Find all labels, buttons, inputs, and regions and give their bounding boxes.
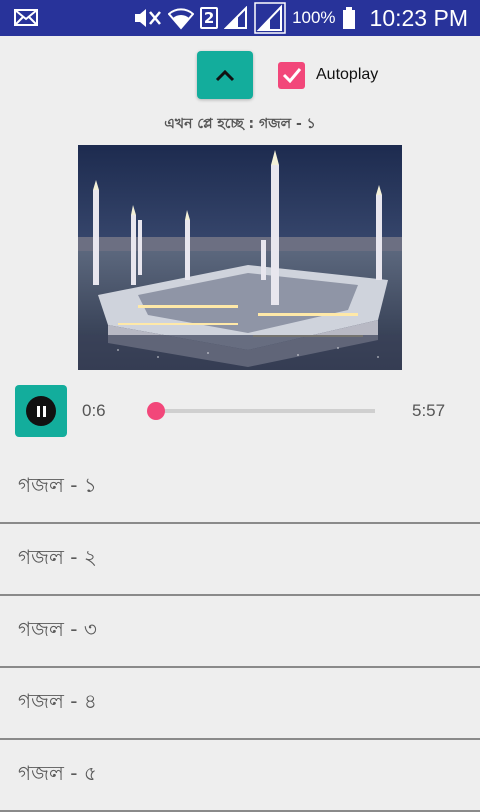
battery-percent: 100% bbox=[292, 8, 336, 27]
pause-icon bbox=[26, 396, 56, 426]
seek-thumb[interactable] bbox=[146, 402, 165, 420]
list-item[interactable]: গজল - ৪ bbox=[0, 668, 480, 740]
mail-icon bbox=[14, 9, 38, 26]
signal-icon bbox=[254, 2, 286, 34]
wifi-icon bbox=[168, 8, 195, 30]
list-item[interactable]: গজল - ২ bbox=[0, 524, 480, 596]
collapse-button[interactable] bbox=[197, 51, 253, 99]
list-item[interactable]: গজল - ৩ bbox=[0, 596, 480, 668]
autoplay-checkbox[interactable] bbox=[278, 61, 305, 89]
battery-icon bbox=[342, 7, 355, 29]
signal-icon bbox=[224, 6, 248, 29]
mute-icon bbox=[135, 9, 162, 27]
mosque-image bbox=[78, 145, 402, 370]
autoplay-label: Autoplay bbox=[316, 66, 379, 83]
chevron-up-icon bbox=[215, 69, 235, 82]
current-time: 0:6 bbox=[82, 401, 106, 420]
status-bar: 2 100% 10:23 PM bbox=[0, 0, 480, 36]
checkmark-icon bbox=[282, 68, 301, 83]
list-item[interactable]: গজল - ৫ bbox=[0, 740, 480, 812]
now-playing-text: এখন প্লে হচ্ছে : গজল - ১ bbox=[164, 116, 316, 132]
list-item[interactable]: গজল - ১ bbox=[0, 452, 480, 524]
album-artwork bbox=[78, 145, 402, 370]
pause-button[interactable] bbox=[15, 385, 67, 437]
clock: 10:23 PM bbox=[369, 4, 468, 31]
track-list: গজল - ১ গজল - ২ গজল - ৩ গজল - ৪ গজল - ৫ bbox=[0, 452, 480, 812]
seek-bar[interactable] bbox=[152, 409, 375, 413]
autoplay-toggle[interactable]: Autoplay bbox=[278, 61, 378, 89]
sim-icon: 2 bbox=[200, 7, 219, 29]
total-time: 5:57 bbox=[412, 401, 446, 420]
